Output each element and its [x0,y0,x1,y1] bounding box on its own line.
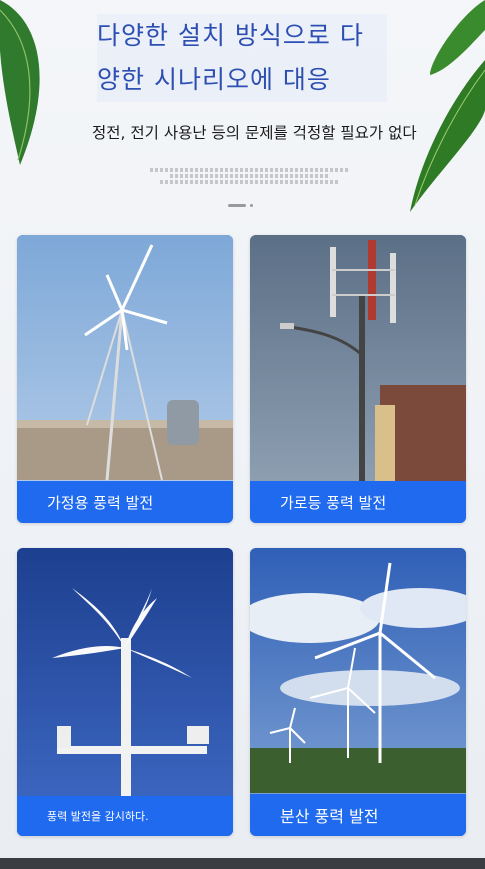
title-line-2: 양한 시나리오에 대응 [97,65,331,94]
streetlight-wind-turbine-image [250,235,466,523]
title-line-1: 다양한 설치 방식으로 다 [97,21,364,50]
card-label: 풍력 발전을 감시하다. [17,796,233,836]
card-streetlight-wind: 가로등 풍력 발전 [250,235,466,523]
card-label: 가로등 풍력 발전 [250,481,466,523]
leaf-left-decoration [0,0,40,165]
pagination-indicator [228,195,253,214]
page-title: 다양한 설치 방식으로 다 양한 시나리오에 대응 [97,14,387,102]
fine-print-decoration [150,168,350,184]
bottom-bar [0,858,485,869]
leaf-right-decoration [410,0,485,212]
page-subtitle: 정전, 전기 사용난 등의 문제를 걱정할 필요가 없다 [92,124,417,142]
card-label: 가정용 풍력 발전 [17,481,233,523]
card-distributed-wind: 분산 풍력 발전 [250,548,466,836]
surveillance-wind-turbine-image [17,548,233,836]
household-wind-turbine-image [17,235,233,523]
card-surveillance-wind: 풍력 발전을 감시하다. [17,548,233,836]
card-household-wind: 가정용 풍력 발전 [17,235,233,523]
distributed-wind-turbine-image [250,548,466,836]
card-label: 분산 풍력 발전 [250,794,466,836]
